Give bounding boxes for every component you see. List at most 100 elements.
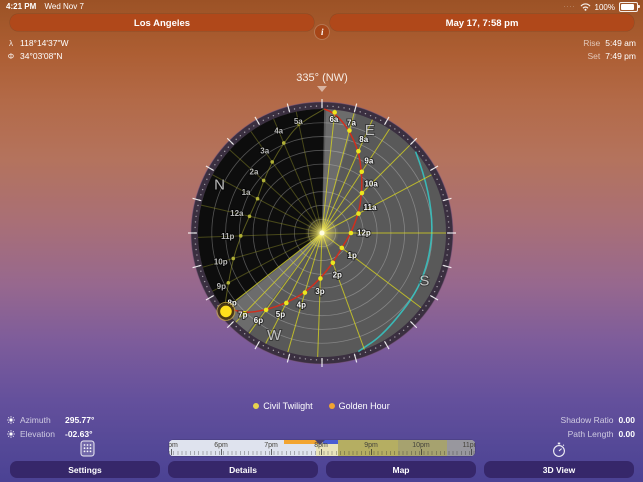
path-length-readout: Path Length 0.00 bbox=[568, 429, 635, 439]
calculator-icon bbox=[80, 440, 95, 457]
calculator-button[interactable] bbox=[80, 440, 95, 460]
svg-text:6a: 6a bbox=[329, 115, 338, 124]
zenith-point bbox=[320, 231, 325, 236]
wifi-icon bbox=[580, 3, 591, 11]
shadow-ratio-value: 0.00 bbox=[618, 415, 635, 425]
svg-text:11a: 11a bbox=[364, 203, 377, 212]
cardinal-W: W bbox=[267, 327, 282, 344]
slider-hour-label: 9pm bbox=[364, 442, 378, 449]
legend-label: Civil Twilight bbox=[263, 401, 312, 411]
hour-tick bbox=[471, 449, 472, 455]
svg-text:12p: 12p bbox=[357, 229, 371, 238]
hour-tick bbox=[221, 449, 222, 455]
timer-button[interactable] bbox=[551, 442, 567, 461]
sun-compass-dial[interactable]: 6a7a8a9a10a11a12p1p2p3p4p5p6p7p8p9p10p11… bbox=[157, 88, 487, 378]
hour-tick bbox=[271, 449, 272, 455]
slider-hour-label: 7pm bbox=[264, 442, 278, 449]
svg-text:3p: 3p bbox=[315, 287, 324, 296]
slider-hour-label: 6pm bbox=[214, 442, 228, 449]
status-left: 4:21 PM Wed Nov 7 bbox=[6, 2, 84, 11]
svg-text:7p: 7p bbox=[238, 311, 247, 320]
svg-text:2p: 2p bbox=[333, 270, 342, 279]
sun-marker[interactable] bbox=[217, 302, 235, 320]
svg-text:10a: 10a bbox=[364, 179, 378, 188]
svg-text:4a: 4a bbox=[274, 126, 283, 135]
cardinal-E: E bbox=[365, 122, 375, 139]
slider-thumb[interactable] bbox=[315, 440, 325, 445]
compass-heading: 335° (NW) bbox=[252, 72, 392, 84]
status-right: ···· 100% bbox=[564, 2, 638, 12]
app-screen: 4:21 PM Wed Nov 7 ···· 100% Los Angeles … bbox=[0, 0, 643, 482]
civil-twilight-dot-icon bbox=[253, 403, 259, 409]
nav-details-button[interactable]: Details bbox=[168, 461, 318, 478]
elevation-readout: Elevation -02.63° bbox=[7, 429, 93, 439]
set-value: 7:49 pm bbox=[605, 51, 636, 61]
hour-tick bbox=[171, 449, 172, 455]
longitude-value: 118°14'37"W bbox=[20, 38, 69, 48]
status-bar: 4:21 PM Wed Nov 7 ···· 100% bbox=[0, 0, 643, 13]
shadow-ratio-readout: Shadow Ratio 0.00 bbox=[561, 415, 635, 425]
slider-hour-label: 11pm bbox=[463, 442, 476, 449]
svg-text:4p: 4p bbox=[297, 301, 306, 310]
legend: Civil Twilight Golden Hour bbox=[0, 401, 643, 411]
rise-value: 5:49 am bbox=[605, 38, 636, 48]
svg-text:6p: 6p bbox=[254, 316, 263, 325]
battery-icon bbox=[619, 2, 638, 12]
latitude-icon: Φ bbox=[7, 52, 15, 61]
azimuth-value: 295.77° bbox=[65, 415, 94, 425]
svg-text:2a: 2a bbox=[250, 167, 259, 176]
battery-percent: 100% bbox=[595, 3, 615, 12]
svg-text:9p: 9p bbox=[217, 282, 226, 291]
longitude-icon: λ bbox=[7, 39, 15, 48]
time-slider[interactable]: 5pm6pm7pm8pm9pm10pm11pm bbox=[169, 440, 475, 456]
sun-icon bbox=[7, 416, 15, 424]
path-length-value: 0.00 bbox=[618, 429, 635, 439]
svg-text:11p: 11p bbox=[221, 232, 234, 241]
azimuth-label: Azimuth bbox=[20, 415, 60, 425]
longitude-row: λ 118°14'37"W bbox=[7, 38, 69, 48]
latitude-value: 34°03'08"N bbox=[20, 51, 63, 61]
hour-tick bbox=[321, 449, 322, 455]
legend-label: Golden Hour bbox=[339, 401, 390, 411]
status-date: Wed Nov 7 bbox=[44, 2, 83, 11]
datetime-button[interactable]: May 17, 7:58 pm bbox=[330, 14, 634, 31]
location-button[interactable]: Los Angeles bbox=[10, 14, 314, 31]
hour-tick bbox=[421, 449, 422, 455]
info-button[interactable]: i bbox=[315, 25, 329, 39]
cardinal-N: N bbox=[214, 177, 225, 194]
cardinal-S: S bbox=[419, 272, 429, 289]
status-time: 4:21 PM bbox=[6, 2, 36, 11]
svg-text:5a: 5a bbox=[294, 117, 303, 126]
shadow-ratio-label: Shadow Ratio bbox=[561, 415, 614, 425]
legend-civil-twilight: Civil Twilight bbox=[253, 401, 312, 411]
set-label: Set bbox=[588, 51, 601, 61]
latitude-row: Φ 34°03'08"N bbox=[7, 51, 63, 61]
stopwatch-icon bbox=[551, 442, 567, 458]
path-length-label: Path Length bbox=[568, 429, 614, 439]
svg-text:12a: 12a bbox=[230, 209, 244, 218]
svg-text:9a: 9a bbox=[364, 156, 373, 165]
svg-text:1a: 1a bbox=[242, 188, 251, 197]
hour-tick bbox=[371, 449, 372, 455]
minute-ticks bbox=[169, 451, 475, 455]
cellular-signal-icon: ···· bbox=[564, 4, 576, 10]
svg-text:1p: 1p bbox=[348, 251, 357, 260]
svg-text:3a: 3a bbox=[260, 147, 269, 156]
svg-text:5p: 5p bbox=[276, 310, 285, 319]
nav-settings-button[interactable]: Settings bbox=[10, 461, 160, 478]
sun-icon bbox=[7, 430, 15, 438]
slider-hour-label: 5pm bbox=[169, 442, 178, 449]
sunrise-row: Rise 5:49 am bbox=[546, 38, 636, 48]
elevation-value: -02.63° bbox=[65, 429, 93, 439]
nav-3dview-button[interactable]: 3D View bbox=[484, 461, 634, 478]
svg-text:10p: 10p bbox=[214, 258, 228, 267]
legend-golden-hour: Golden Hour bbox=[329, 401, 390, 411]
elevation-label: Elevation bbox=[20, 429, 60, 439]
rise-label: Rise bbox=[583, 38, 600, 48]
svg-text:7a: 7a bbox=[347, 118, 356, 127]
nav-map-button[interactable]: Map bbox=[326, 461, 476, 478]
sunset-row: Set 7:49 pm bbox=[546, 51, 636, 61]
golden-hour-dot-icon bbox=[329, 403, 335, 409]
azimuth-readout: Azimuth 295.77° bbox=[7, 415, 94, 425]
slider-hour-label: 10pm bbox=[412, 442, 430, 449]
